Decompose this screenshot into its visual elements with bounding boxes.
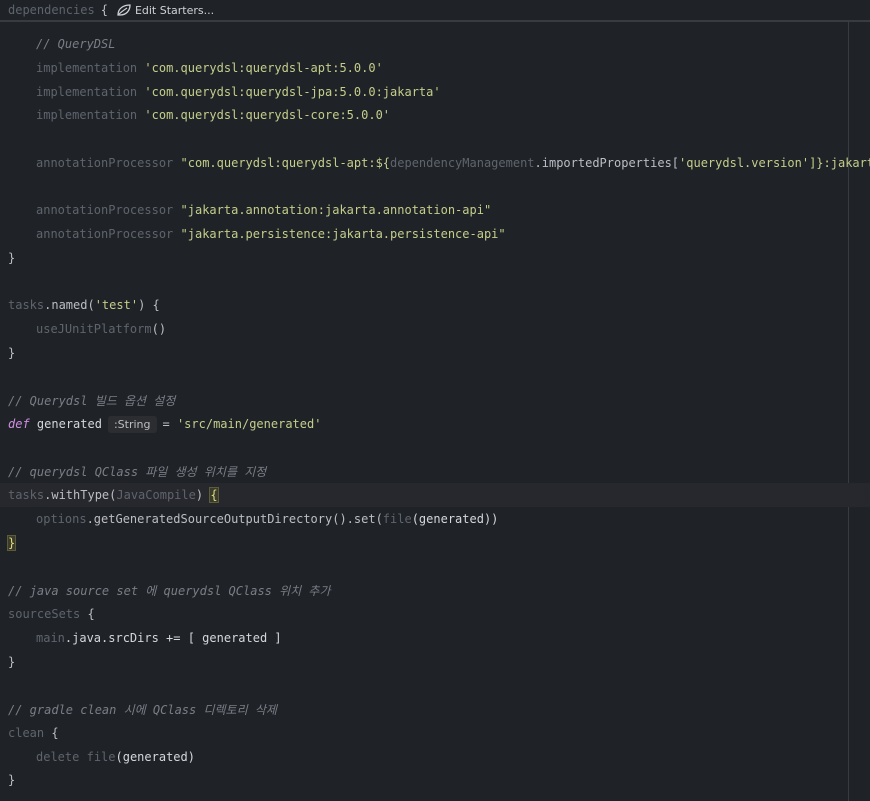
comment: // java source set 에 querydsl QClass 위치 … (8, 583, 331, 598)
editor-breadcrumb-bar: dependencies { Edit Starters... (0, 0, 870, 22)
string: 'com.querydsl:querydsl-core:5.0.0' (144, 108, 391, 122)
punctuation: () (151, 322, 167, 336)
identifier: options (36, 512, 87, 526)
closing-brace: } (8, 773, 16, 787)
method-call: .named( (44, 298, 95, 312)
code-line: } (0, 650, 870, 674)
comment: // gradle clean 시에 QClass 디렉토리 삭제 (8, 702, 277, 717)
identifier: dependencyManagement (390, 156, 535, 170)
code-line: tasks.named('test') { (0, 293, 870, 317)
string: 'com.querydsl:querydsl-jpa:5.0.0:jakarta… (144, 85, 441, 99)
string: ]}:jakarta" (809, 156, 870, 170)
identifier: main (36, 631, 65, 645)
string: "com.querydsl:querydsl-apt:${ (180, 156, 391, 170)
argument: (generated)) (411, 512, 499, 526)
keyword: implementation (36, 85, 138, 99)
keyword: implementation (36, 108, 138, 122)
type-inlay-hint[interactable]: :String (107, 415, 157, 433)
variable-name: generated (36, 416, 102, 431)
code-line: } (0, 768, 870, 792)
method-call: .withType( (44, 488, 117, 502)
code-line: implementation 'com.querydsl:querydsl-ap… (0, 56, 870, 80)
code-line: // java source set 에 querydsl QClass 위치 … (0, 578, 870, 602)
keyword: delete (36, 750, 80, 764)
string: 'querydsl.version' (679, 156, 810, 170)
code-line: sourceSets { (0, 602, 870, 626)
code-editor[interactable]: // QueryDSL implementation 'com.querydsl… (0, 22, 870, 801)
method-call: .getGeneratedSourceOutputDirectory().set… (86, 512, 383, 526)
keyword: implementation (36, 61, 138, 75)
identifier: clean (8, 726, 45, 740)
closing-brace: } (8, 346, 16, 360)
keyword: annotationProcessor (36, 227, 174, 241)
method-call: file (382, 512, 412, 526)
code-line: def generated :String = 'src/main/generate… (0, 412, 870, 436)
string: 'src/main/generated' (176, 416, 322, 431)
method-call: useJUnitPlatform (36, 322, 152, 336)
keyword: annotationProcessor (36, 203, 174, 217)
comment: // QueryDSL (36, 37, 116, 51)
edit-starters-button[interactable]: Edit Starters... (116, 3, 214, 17)
code-line: main.java.srcDirs += [ generated ] (0, 626, 870, 650)
code-line: annotationProcessor "com.querydsl:queryd… (0, 151, 870, 175)
code-line: // QueryDSL (0, 32, 870, 56)
string: "jakarta.persistence:jakarta.persistence… (180, 227, 506, 241)
operator: = (162, 416, 177, 431)
identifier: tasks (8, 488, 45, 502)
matched-brace: { (209, 487, 219, 503)
spring-leaf-icon (117, 4, 131, 16)
breadcrumb-brace: { (100, 3, 108, 17)
code-line: implementation 'com.querydsl:querydsl-jp… (0, 80, 870, 104)
keyword-def: def (8, 416, 30, 431)
code-line: // querydsl QClass 파일 생성 위치를 지정 (0, 459, 870, 483)
identifier: tasks (8, 298, 45, 312)
punctuation: { (80, 607, 95, 621)
current-code-line: tasks.withType(JavaCompile) { (0, 483, 870, 507)
code-line: implementation 'com.querydsl:querydsl-co… (0, 103, 870, 127)
string: 'com.querydsl:querydsl-apt:5.0.0' (144, 61, 383, 75)
code-line: } (0, 531, 870, 555)
argument: (generated) (115, 750, 195, 764)
closing-brace: } (8, 655, 16, 669)
code-line: annotationProcessor "jakarta.annotation:… (0, 198, 870, 222)
class-name: JavaCompile (116, 488, 196, 502)
code-line: } (0, 246, 870, 270)
comment: // Querydsl 빌드 옵션 설정 (8, 393, 176, 408)
comment: // querydsl QClass 파일 생성 위치를 지정 (8, 464, 267, 479)
expression: .java.srcDirs += [ generated ] (64, 631, 282, 645)
code-line: delete file(generated) (0, 745, 870, 769)
code-line: // gradle clean 시에 QClass 디렉토리 삭제 (0, 697, 870, 721)
code-line: // Querydsl 빌드 옵션 설정 (0, 388, 870, 412)
edit-starters-label: Edit Starters... (134, 3, 215, 17)
string: 'test' (94, 298, 139, 312)
identifier: sourceSets (8, 607, 81, 621)
punctuation: ) (195, 488, 211, 502)
keyword: annotationProcessor (36, 156, 174, 170)
punctuation: ) { (138, 298, 160, 312)
matched-brace: } (6, 535, 17, 551)
closing-brace: } (8, 251, 16, 265)
code-line: useJUnitPlatform() (0, 317, 870, 341)
breadcrumb-dependencies[interactable]: dependencies (8, 3, 95, 17)
method-call: file (86, 750, 116, 764)
punctuation: { (44, 726, 59, 740)
code-line: } (0, 341, 870, 365)
member-access: .importedProperties[ (534, 156, 680, 170)
code-line: clean { (0, 721, 870, 745)
code-line: options.getGeneratedSourceOutputDirector… (0, 507, 870, 531)
code-line: annotationProcessor "jakarta.persistence… (0, 222, 870, 246)
string: "jakarta.annotation:jakarta.annotation-a… (180, 203, 492, 217)
